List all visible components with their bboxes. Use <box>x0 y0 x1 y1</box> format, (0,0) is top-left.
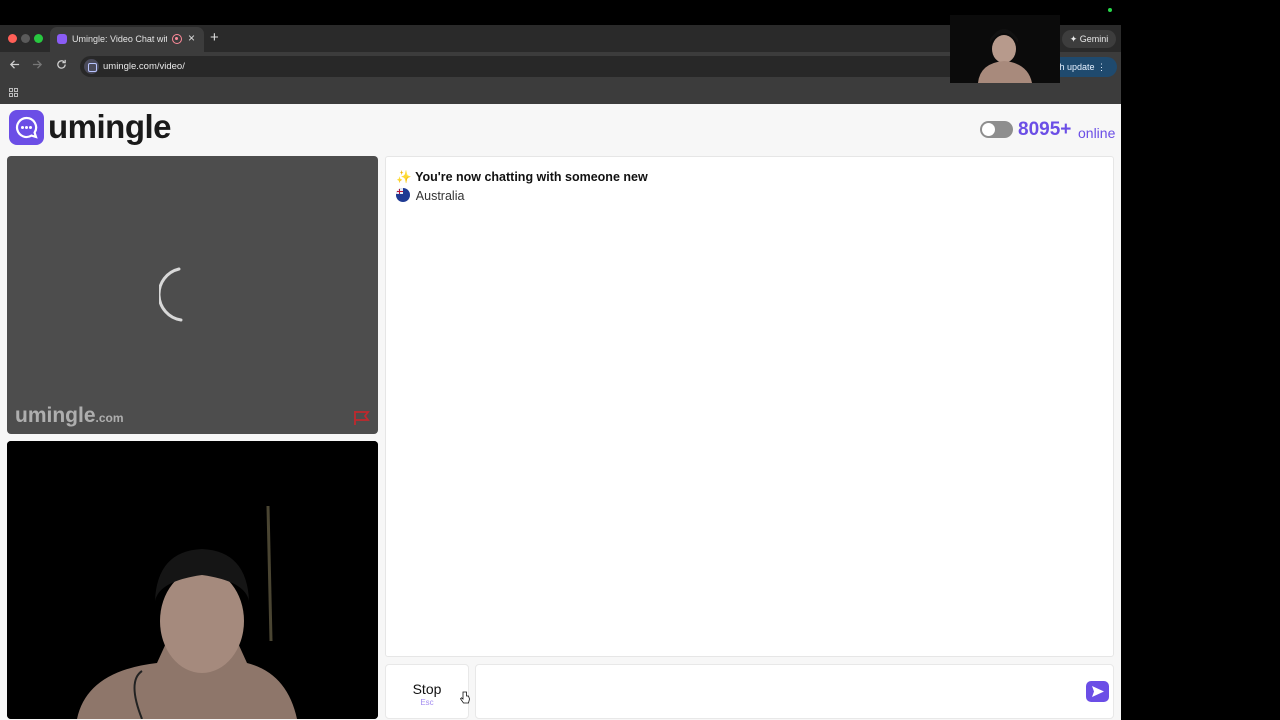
umingle-watermark: umingle.com <box>15 404 124 428</box>
send-paper-plane-icon <box>1092 686 1104 697</box>
stop-button-shortcut: Esc <box>420 698 434 707</box>
message-input[interactable] <box>475 664 1114 719</box>
close-window-button[interactable] <box>8 34 17 43</box>
apps-grid-icon[interactable] <box>9 88 18 97</box>
umingle-page: umingle 8095+ online umingle.com ✨ You'r… <box>0 104 1121 720</box>
watermark-main: umingle <box>15 404 96 427</box>
address-bar[interactable]: umingle.com/video/ <box>80 56 960 77</box>
webcam-preview-overlay <box>950 15 1060 83</box>
back-arrow-icon[interactable] <box>9 58 20 73</box>
gemini-button[interactable]: ✦ Gemini <box>1062 30 1116 48</box>
chat-status-line: ✨ You're now chatting with someone new <box>396 170 648 185</box>
bookmarks-bar <box>0 81 1121 104</box>
watermark-suffix: .com <box>95 411 124 425</box>
screen: Umingle: Video Chat with × + ✦ Gemini um… <box>0 0 1280 720</box>
send-button[interactable] <box>1086 681 1109 702</box>
tab-title: Umingle: Video Chat with <box>72 34 167 44</box>
camera-active-indicator <box>1108 8 1112 12</box>
address-url: umingle.com/video/ <box>103 61 185 72</box>
chat-bubble-logo-icon[interactable] <box>9 110 44 145</box>
stop-button[interactable]: Stop Esc <box>385 664 469 719</box>
sparkles-icon: ✨ <box>396 170 412 184</box>
mouse-pointer-icon <box>460 691 470 704</box>
recording-indicator-icon <box>172 34 182 44</box>
self-video <box>7 441 378 719</box>
forward-arrow-icon[interactable] <box>32 58 43 73</box>
fullscreen-window-button[interactable] <box>34 34 43 43</box>
close-tab-icon[interactable]: × <box>188 31 195 45</box>
site-info-icon[interactable] <box>84 59 99 74</box>
chat-messages-panel: ✨ You're now chatting with someone new A… <box>385 156 1114 657</box>
stop-button-label: Stop <box>412 681 442 697</box>
chat-status-text: You're now chatting with someone new <box>415 170 648 184</box>
toggle-knob <box>982 123 995 136</box>
loading-spinner-icon <box>159 267 183 322</box>
stranger-country: Australia <box>396 188 464 203</box>
umingle-favicon-icon <box>57 34 67 44</box>
browser-tab[interactable]: Umingle: Video Chat with × <box>50 27 204 52</box>
reload-icon[interactable] <box>56 58 67 73</box>
online-count: 8095+ <box>1018 119 1072 140</box>
new-tab-button[interactable]: + <box>210 29 219 46</box>
minimize-window-button[interactable] <box>21 34 30 43</box>
australia-flag-icon <box>396 188 410 202</box>
online-label: online <box>1078 125 1116 141</box>
stranger-country-name: Australia <box>415 189 465 203</box>
logo-wordmark[interactable]: umingle <box>48 108 172 146</box>
stranger-video: umingle.com <box>7 156 378 434</box>
report-flag-icon[interactable] <box>353 410 371 426</box>
theme-toggle[interactable] <box>980 121 1013 138</box>
